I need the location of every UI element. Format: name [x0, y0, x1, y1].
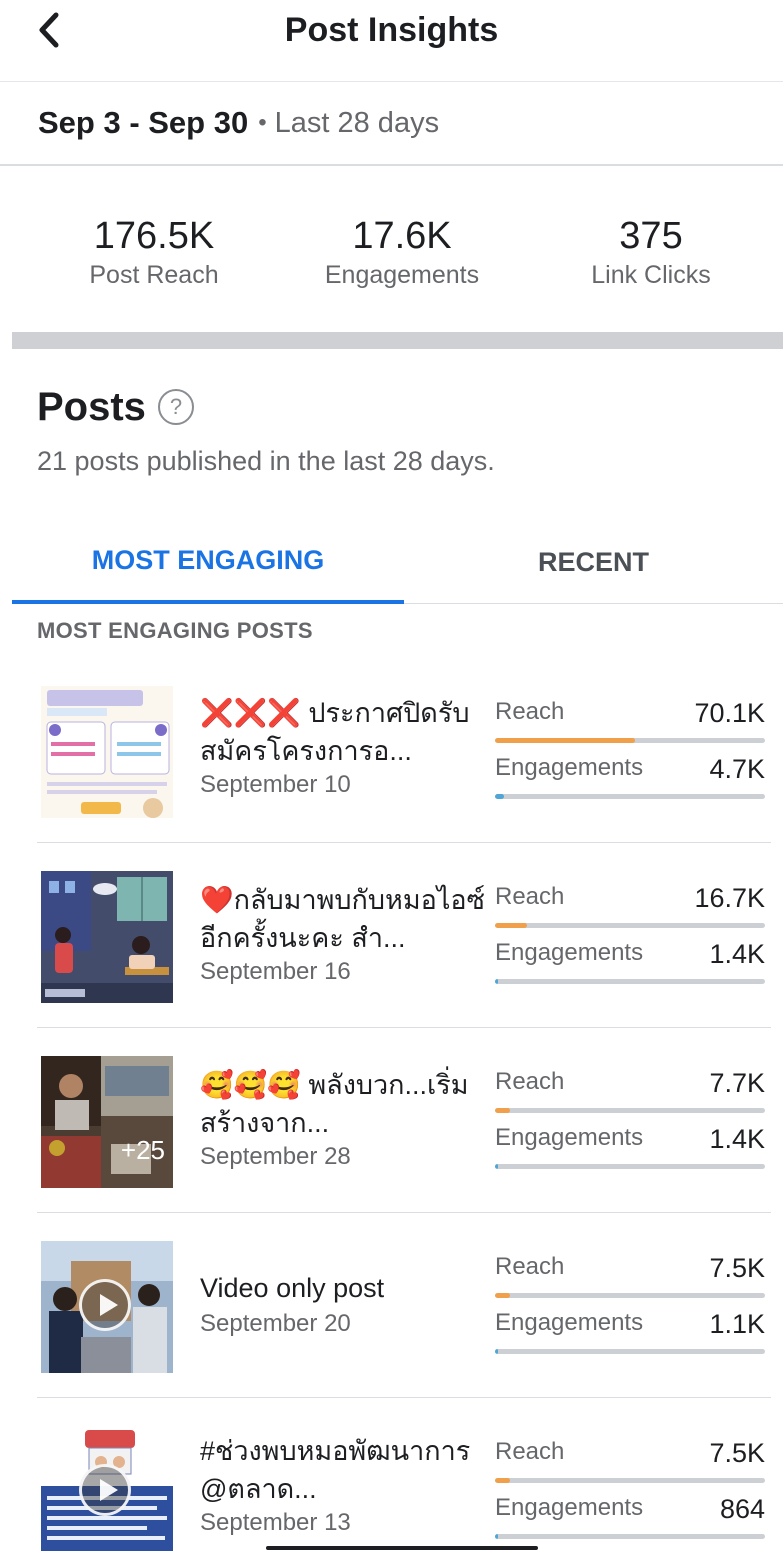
post-metrics: Reach 16.7K Engagements 1.4K	[495, 843, 765, 1028]
post-text: ❤️กลับมาพบกับหมอไอซ์อีกครั้งนะคะ สำ... S…	[200, 843, 490, 1028]
post-title: ❌❌❌ ประกาศปิดรับสมัครโครงการอ...	[200, 698, 470, 766]
separator-dot: •	[258, 109, 267, 136]
engagement-bar	[495, 1534, 765, 1539]
post-text: #ช่วงพบหมอพัฒนาการ @ตลาด... September 13	[200, 1398, 490, 1551]
play-icon	[79, 1279, 131, 1331]
top-bar: Post Insights	[0, 0, 783, 82]
engagement-bar	[495, 979, 765, 984]
post-title: Video only post	[200, 1273, 385, 1303]
engagement-bar	[495, 1164, 765, 1169]
posts-heading: Posts ?	[37, 384, 194, 430]
engagement-bar	[495, 794, 765, 799]
stat-value: 17.6K	[352, 215, 452, 257]
post-date: September 28	[200, 1143, 351, 1170]
post-text: Video only post September 20	[200, 1213, 490, 1398]
reach-value: 7.7K	[709, 1068, 765, 1098]
reach-bar	[495, 1293, 765, 1298]
reach-bar-fill	[495, 1108, 510, 1113]
engagement-bar	[495, 1349, 765, 1354]
reach-bar	[495, 923, 765, 928]
post-title: #ช่วงพบหมอพัฒนาการ @ตลาด...	[200, 1436, 471, 1504]
reach-bar	[495, 738, 765, 743]
post-date: September 10	[200, 771, 351, 798]
post-metrics: Reach 70.1K Engagements 4.7K	[495, 658, 765, 843]
post-row[interactable]: +25 🥰🥰🥰 พลังบวก...เริ่มสร้างจาก... Septe…	[37, 1028, 771, 1213]
tab-most-engaging[interactable]: MOST ENGAGING	[12, 520, 404, 604]
post-date: September 20	[200, 1310, 351, 1337]
reach-bar-fill	[495, 1293, 510, 1298]
engagement-bar-fill	[495, 1164, 498, 1169]
home-indicator	[266, 1546, 538, 1550]
reach-value: 70.1K	[694, 698, 765, 728]
post-text: 🥰🥰🥰 พลังบวก...เริ่มสร้างจาก... September…	[200, 1028, 490, 1213]
video-thumbnail	[41, 1426, 173, 1551]
stat-link-clicks: 375 Link Clicks	[541, 214, 761, 290]
reach-label: Reach	[495, 1253, 565, 1280]
reach-bar	[495, 1478, 765, 1483]
tab-recent[interactable]: RECENT	[404, 520, 783, 604]
summary-stats: 176.5K Post Reach 17.6K Engagements 375 …	[0, 166, 783, 332]
engagement-bar-fill	[495, 979, 498, 984]
reach-value: 7.5K	[709, 1253, 765, 1283]
post-row[interactable]: ❌❌❌ ประกาศปิดรับสมัครโครงการอ... Septemb…	[37, 658, 771, 843]
engagement-value: 1.4K	[709, 939, 765, 969]
engagement-value: 1.1K	[709, 1309, 765, 1339]
stat-post-reach: 176.5K Post Reach	[44, 214, 264, 290]
stat-label: Link Clicks	[591, 261, 711, 289]
photo-album-thumbnail: +25	[41, 1056, 173, 1188]
page-title: Post Insights	[284, 11, 499, 49]
date-range-row: Sep 3 - Sep 30 • Last 28 days	[0, 82, 783, 166]
reach-bar	[495, 1108, 765, 1113]
engagement-label: Engagements	[495, 1309, 644, 1336]
stat-label: Post Reach	[89, 261, 219, 289]
post-date: September 16	[200, 958, 351, 985]
stat-value: 375	[619, 215, 683, 257]
engagement-label: Engagements	[495, 754, 644, 781]
more-photos-count: +25	[120, 1135, 165, 1165]
reach-bar-fill	[495, 738, 636, 743]
reach-label: Reach	[495, 1068, 565, 1095]
post-metrics: Reach 7.7K Engagements 1.4K	[495, 1028, 765, 1213]
date-period: Last 28 days	[274, 106, 440, 139]
illustration-thumbnail	[41, 871, 173, 1003]
play-icon	[79, 1464, 131, 1516]
section-divider	[12, 332, 783, 349]
engagement-bar-fill	[495, 1349, 498, 1354]
engagement-bar-fill	[495, 1534, 498, 1539]
posts-subtitle: 21 posts published in the last 28 days.	[37, 446, 495, 476]
stat-value: 176.5K	[93, 215, 215, 257]
engagement-label: Engagements	[495, 939, 644, 966]
reach-bar-fill	[495, 923, 528, 928]
post-date: September 13	[200, 1509, 351, 1536]
reach-label: Reach	[495, 1438, 565, 1465]
list-header: MOST ENGAGING POSTS	[37, 618, 313, 643]
engagement-label: Engagements	[495, 1124, 644, 1151]
engagement-value: 1.4K	[709, 1124, 765, 1154]
stat-label: Engagements	[324, 261, 480, 289]
video-thumbnail	[41, 1241, 173, 1373]
post-text: ❌❌❌ ประกาศปิดรับสมัครโครงการอ... Septemb…	[200, 658, 490, 843]
reach-label: Reach	[495, 883, 565, 910]
stat-engagements: 17.6K Engagements	[292, 214, 512, 290]
tab-bar: MOST ENGAGING RECENT	[12, 520, 783, 604]
engagement-value: 4.7K	[709, 754, 765, 784]
post-row[interactable]: Video only post September 20 Reach 7.5K …	[37, 1213, 771, 1398]
post-title: 🥰🥰🥰 พลังบวก...เริ่มสร้างจาก...	[200, 1070, 469, 1138]
posts-title: Posts	[37, 385, 146, 429]
date-range: Sep 3 - Sep 30	[38, 105, 249, 140]
reach-bar-fill	[495, 1478, 510, 1483]
post-title: ❤️กลับมาพบกับหมอไอซ์อีกครั้งนะคะ สำ...	[200, 885, 485, 953]
engagement-value: 864	[719, 1494, 765, 1524]
engagement-label: Engagements	[495, 1494, 644, 1521]
engagement-bar-fill	[495, 794, 505, 799]
post-row[interactable]: ❤️กลับมาพบกับหมอไอซ์อีกครั้งนะคะ สำ... S…	[37, 843, 771, 1028]
post-metrics: Reach 7.5K Engagements 864	[495, 1398, 765, 1551]
help-icon[interactable]: ?	[157, 389, 194, 425]
post-metrics: Reach 7.5K Engagements 1.1K	[495, 1213, 765, 1398]
reach-value: 16.7K	[694, 883, 765, 913]
reach-value: 7.5K	[709, 1438, 765, 1468]
reach-label: Reach	[495, 698, 565, 725]
infographic-thumbnail	[41, 686, 173, 818]
post-row[interactable]: #ช่วงพบหมอพัฒนาการ @ตลาด... September 13…	[37, 1398, 771, 1551]
